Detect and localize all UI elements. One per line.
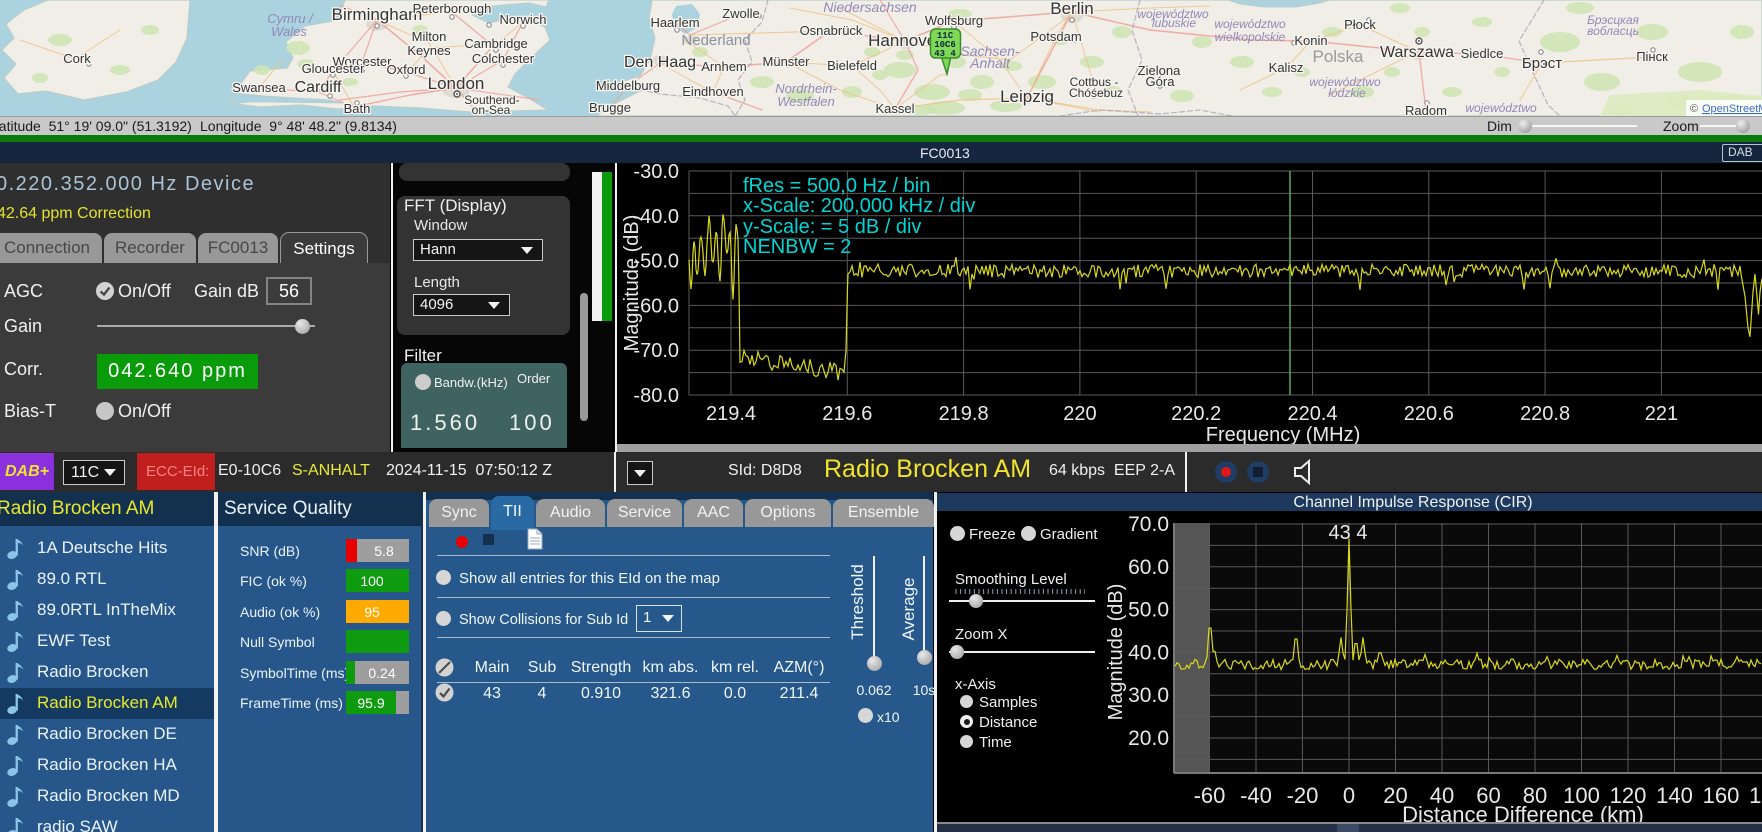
- svg-text:Oxford: Oxford: [386, 62, 425, 77]
- svg-text:łódzkie: łódzkie: [1328, 86, 1366, 100]
- svg-text:140: 140: [1656, 783, 1693, 808]
- svg-text:lubuskie: lubuskie: [1152, 16, 1196, 30]
- svg-text:Zwolle: Zwolle: [722, 6, 760, 21]
- svg-text:40.0: 40.0: [1128, 641, 1169, 664]
- svg-text:-20: -20: [1287, 783, 1319, 808]
- svg-text:Płock: Płock: [1344, 17, 1376, 32]
- svg-text:-80.0: -80.0: [633, 385, 679, 407]
- svg-text:вобласць: вобласць: [1587, 24, 1639, 38]
- svg-text:województwo: województwo: [1214, 17, 1286, 31]
- svg-text:30.0: 30.0: [1128, 684, 1169, 707]
- svg-text:70.0: 70.0: [1128, 513, 1169, 536]
- svg-text:180: 180: [1749, 783, 1762, 808]
- svg-text:©: ©: [1690, 103, 1698, 115]
- svg-text:Gloucester: Gloucester: [302, 61, 366, 76]
- svg-text:Peterborough: Peterborough: [413, 1, 492, 16]
- svg-text:Eindhoven: Eindhoven: [682, 84, 743, 99]
- svg-text:Cardiff: Cardiff: [295, 79, 342, 96]
- svg-text:Wolfsburg: Wolfsburg: [925, 13, 983, 28]
- svg-text:Chóśebuz: Chóśebuz: [1069, 86, 1123, 100]
- svg-text:Siedlce: Siedlce: [1461, 46, 1504, 61]
- svg-text:-60: -60: [1194, 783, 1226, 808]
- svg-text:220.4: 220.4: [1287, 403, 1337, 425]
- svg-text:Münster: Münster: [763, 54, 811, 69]
- svg-text:Anhalt: Anhalt: [969, 55, 1011, 71]
- svg-text:220.2: 220.2: [1171, 403, 1221, 425]
- svg-text:Swansea: Swansea: [232, 80, 286, 95]
- svg-text:on-Sea: on-Sea: [472, 103, 511, 116]
- svg-text:Middelburg: Middelburg: [596, 78, 660, 93]
- svg-text:43 4: 43 4: [934, 49, 956, 59]
- svg-text:Niedersachsen: Niedersachsen: [823, 0, 917, 15]
- svg-text:-30.0: -30.0: [633, 163, 679, 183]
- svg-text:Пінск: Пінск: [1636, 49, 1668, 64]
- svg-text:43 4: 43 4: [1329, 522, 1368, 544]
- svg-text:Den Haag: Den Haag: [624, 54, 696, 71]
- svg-text:Brugge: Brugge: [589, 100, 631, 115]
- svg-text:Cambridge: Cambridge: [464, 36, 528, 51]
- svg-text:Warszawa: Warszawa: [1380, 44, 1454, 61]
- svg-text:219.8: 219.8: [939, 403, 989, 425]
- svg-text:Frequency (MHz): Frequency (MHz): [1206, 424, 1360, 445]
- svg-text:London: London: [428, 74, 485, 93]
- svg-text:Magnitude (dB): Magnitude (dB): [1105, 584, 1127, 721]
- svg-text:Westfalen: Westfalen: [777, 94, 835, 109]
- svg-text:Kassel: Kassel: [875, 101, 914, 116]
- svg-text:220.6: 220.6: [1404, 403, 1454, 425]
- svg-text:Magnitude (dB): Magnitude (dB): [621, 215, 643, 352]
- svg-text:220: 220: [1063, 403, 1096, 425]
- svg-text:Birmingham: Birmingham: [332, 5, 423, 24]
- svg-text:Leipzig: Leipzig: [1000, 87, 1054, 106]
- svg-text:0: 0: [1343, 783, 1355, 808]
- svg-text:Keynes: Keynes: [407, 43, 451, 58]
- svg-text:Potsdam: Potsdam: [1030, 29, 1081, 44]
- svg-text:Bath: Bath: [344, 101, 371, 116]
- svg-text:Polska: Polska: [1312, 47, 1364, 66]
- svg-text:OpenStreetM: OpenStreetM: [1702, 103, 1762, 115]
- svg-text:219.4: 219.4: [706, 403, 756, 425]
- svg-text:Брэст: Брэст: [1522, 55, 1562, 72]
- svg-text:160: 160: [1703, 783, 1740, 808]
- svg-text:221: 221: [1645, 403, 1678, 425]
- svg-text:Berlin: Berlin: [1050, 0, 1093, 18]
- svg-text:Milton: Milton: [412, 29, 447, 44]
- svg-text:219.6: 219.6: [822, 403, 872, 425]
- svg-text:wielkopolskie: wielkopolskie: [1215, 30, 1286, 44]
- svg-text:Konin: Konin: [1294, 33, 1327, 48]
- svg-text:Cork: Cork: [63, 51, 91, 66]
- svg-text:Radom: Radom: [1405, 103, 1447, 116]
- svg-text:Norwich: Norwich: [500, 12, 547, 27]
- svg-text:220.8: 220.8: [1520, 403, 1570, 425]
- svg-text:województwo: województwo: [1465, 101, 1537, 115]
- svg-text:-40: -40: [1240, 783, 1272, 808]
- svg-text:y-Scale: = 5 dB / div: y-Scale: = 5 dB / div: [743, 216, 921, 238]
- svg-text:Haarlem: Haarlem: [650, 15, 699, 30]
- svg-text:Colchester: Colchester: [472, 51, 535, 66]
- svg-text:50.0: 50.0: [1128, 599, 1169, 622]
- svg-text:x-Scale: 200,000 kHz / div: x-Scale: 200,000 kHz / div: [743, 195, 975, 217]
- svg-text:Kalisz: Kalisz: [1269, 60, 1304, 75]
- svg-text:Arnhem: Arnhem: [701, 59, 747, 74]
- svg-text:Góra: Góra: [1146, 74, 1176, 89]
- svg-text:Bielefeld: Bielefeld: [827, 58, 877, 73]
- svg-text:fRes = 500,0 Hz / bin: fRes = 500,0 Hz / bin: [743, 175, 930, 197]
- svg-text:60.0: 60.0: [1128, 556, 1169, 579]
- svg-text:Osnabrück: Osnabrück: [800, 23, 863, 38]
- svg-text:20.0: 20.0: [1128, 727, 1169, 750]
- svg-text:NENBW = 2: NENBW = 2: [743, 236, 851, 258]
- svg-text:Nederland: Nederland: [681, 32, 750, 49]
- svg-text:Wales: Wales: [271, 24, 307, 39]
